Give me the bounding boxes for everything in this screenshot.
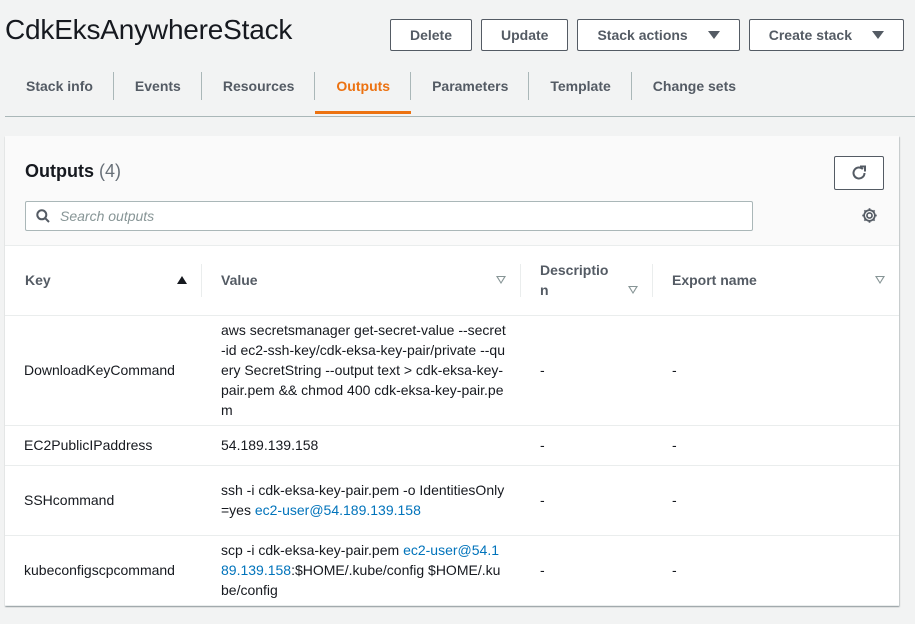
tab-label: Change sets xyxy=(652,78,737,94)
tab-resources[interactable]: Resources xyxy=(202,70,316,102)
outputs-panel: Outputs (4) Key Value Description Export… xyxy=(5,136,899,606)
update-button-label: Update xyxy=(501,27,549,43)
tab-change-sets[interactable]: Change sets xyxy=(632,70,757,102)
sort-icon xyxy=(628,286,638,295)
tab-outputs[interactable]: Outputs xyxy=(315,70,412,114)
search-field[interactable] xyxy=(25,201,753,231)
table-row: kubeconfigscpcommand scp -i cdk-eksa-key… xyxy=(5,535,899,606)
create-stack-label: Create stack xyxy=(768,27,852,43)
output-value: 54.189.139.158 xyxy=(201,425,520,466)
tab-label: Template xyxy=(550,78,611,94)
column-divider xyxy=(652,264,653,297)
tab-parameters[interactable]: Parameters xyxy=(411,70,530,102)
stack-actions-dropdown[interactable]: Stack actions xyxy=(577,19,740,51)
stack-tabs: Stack info Events Resources Outputs Para… xyxy=(5,70,757,115)
sort-icon xyxy=(496,276,506,285)
output-key: EC2PublicIPaddress xyxy=(5,425,201,466)
tab-label: Events xyxy=(134,78,181,94)
table-row: SSHcommand ssh -i cdk-eksa-key-pair.pem … xyxy=(5,465,899,536)
update-button[interactable]: Update xyxy=(481,19,569,51)
column-header-description[interactable]: Description xyxy=(520,246,652,316)
page-title: CdkEksAnywhereStack xyxy=(5,14,293,45)
gear-icon[interactable] xyxy=(861,207,878,229)
column-divider xyxy=(201,264,202,297)
outputs-heading: Outputs (4) xyxy=(25,161,121,182)
output-value: ssh -i cdk-eksa-key-pair.pem -o Identiti… xyxy=(201,465,520,536)
tab-template[interactable]: Template xyxy=(529,70,632,102)
tabs-underline xyxy=(5,116,915,117)
output-export-name: - xyxy=(652,425,899,466)
tab-events[interactable]: Events xyxy=(114,70,202,102)
outputs-table: Key Value Description Export name Downlo… xyxy=(5,246,899,606)
output-key: DownloadKeyCommand xyxy=(5,315,201,426)
column-label: Export name xyxy=(672,272,757,289)
outputs-panel-header: Outputs (4) xyxy=(5,136,899,246)
tab-stack-info[interactable]: Stack info xyxy=(5,70,114,102)
caret-down-icon xyxy=(707,31,720,39)
stack-actions-bar: Delete Update Stack actions Create stack xyxy=(389,19,904,51)
column-label: Value xyxy=(221,272,258,289)
table-row: DownloadKeyCommand aws secretsmanager ge… xyxy=(5,315,899,426)
search-input[interactable] xyxy=(58,207,738,225)
output-value: aws secretsmanager get-secret-value --se… xyxy=(201,315,520,426)
stack-actions-label: Stack actions xyxy=(597,27,688,43)
search-icon xyxy=(36,209,50,223)
output-value: scp -i cdk-eksa-key-pair.pem ec2-user@54… xyxy=(201,535,520,606)
column-header-export-name[interactable]: Export name xyxy=(652,246,899,316)
column-label: Key xyxy=(25,272,51,289)
outputs-title: Outputs xyxy=(25,161,94,181)
column-divider xyxy=(520,264,521,297)
column-header-key[interactable]: Key xyxy=(5,246,201,316)
outputs-count: (4) xyxy=(99,161,122,181)
output-export-name: - xyxy=(652,535,899,606)
output-key: kubeconfigscpcommand xyxy=(5,535,201,606)
output-description: - xyxy=(520,535,652,606)
delete-button-label: Delete xyxy=(409,27,452,43)
column-label: Description xyxy=(540,262,609,299)
delete-button[interactable]: Delete xyxy=(389,19,472,51)
tab-label: Outputs xyxy=(336,78,391,94)
output-description: - xyxy=(520,425,652,466)
sort-icon xyxy=(875,276,885,285)
output-export-name: - xyxy=(652,465,899,536)
tab-label: Resources xyxy=(222,78,295,94)
sort-ascending-icon xyxy=(177,276,187,285)
tab-label: Parameters xyxy=(432,78,509,94)
output-export-name: - xyxy=(652,315,899,426)
output-description: - xyxy=(520,465,652,536)
refresh-icon xyxy=(852,165,866,180)
value-link[interactable]: ec2-user@54.189.139.158 xyxy=(255,502,421,518)
create-stack-dropdown[interactable]: Create stack xyxy=(748,19,904,51)
table-row: EC2PublicIPaddress 54.189.139.158 - - xyxy=(5,425,899,466)
tab-label: Stack info xyxy=(26,78,93,94)
output-description: - xyxy=(520,315,652,426)
value-text: scp -i cdk-eksa-key-pair.pem xyxy=(221,542,404,558)
column-header-value[interactable]: Value xyxy=(201,246,520,316)
caret-down-icon xyxy=(872,31,884,39)
output-key: SSHcommand xyxy=(5,465,201,536)
refresh-button[interactable] xyxy=(834,156,884,190)
